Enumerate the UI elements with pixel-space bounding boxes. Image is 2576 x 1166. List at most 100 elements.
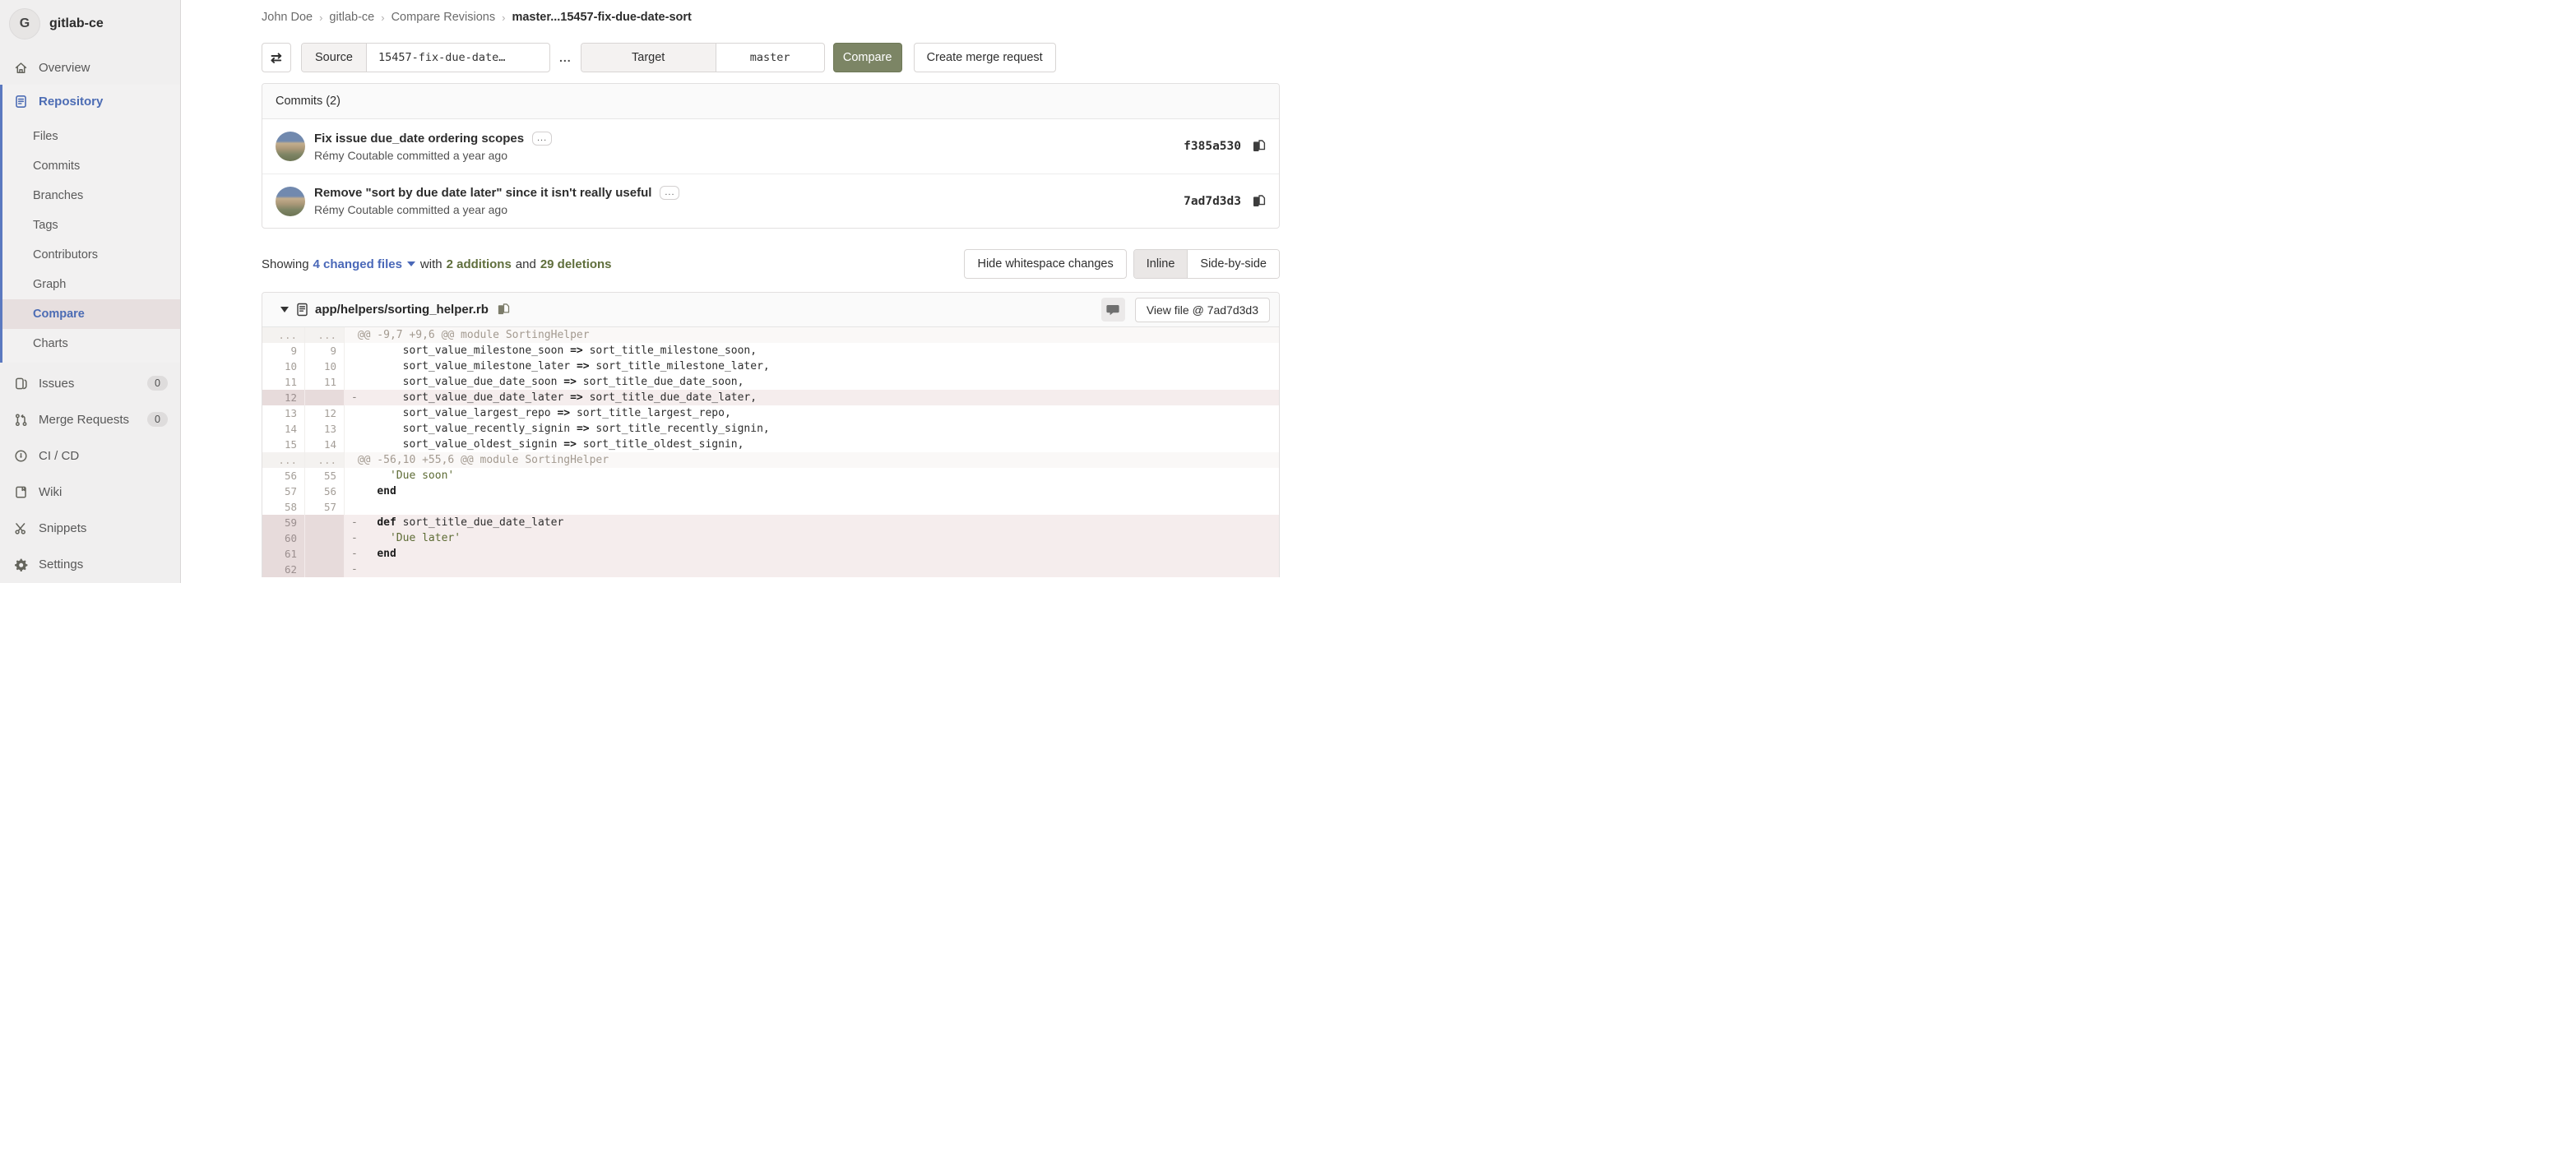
create-merge-request-button[interactable]: Create merge request	[914, 43, 1056, 72]
sidebar-item-tags[interactable]: Tags	[2, 211, 180, 240]
merge-requests-count-badge: 0	[147, 412, 168, 427]
old-line-number[interactable]: 58	[262, 499, 305, 515]
sidebar-item-snippets[interactable]: Snippets	[0, 513, 180, 543]
swap-arrows-icon	[269, 51, 284, 65]
summary-showing-text: Showing	[262, 257, 309, 271]
new-line-number[interactable]: 14	[305, 437, 345, 452]
commit-row: Fix issue due_date ordering scopes ... R…	[262, 119, 1279, 174]
diff-line-row: 5857	[262, 499, 1279, 515]
new-line-number[interactable]: 55	[305, 468, 345, 484]
diff-line-content: sort_value_milestone_soon => sort_title_…	[345, 343, 1279, 359]
new-line-number[interactable]: 57	[305, 499, 345, 515]
new-line-number[interactable]: 9	[305, 343, 345, 359]
diff-line-content: sort_value_oldest_signin => sort_title_o…	[345, 437, 1279, 452]
sidebar-item-issues[interactable]: Issues 0	[0, 368, 180, 398]
sidebar-item-repository[interactable]: Repository	[2, 85, 180, 118]
sidebar-item-branches[interactable]: Branches	[2, 181, 180, 211]
sidebar-item-overview[interactable]: Overview	[0, 53, 180, 82]
diff-line-row: 61- end	[262, 546, 1279, 562]
home-icon	[14, 61, 28, 75]
collapse-file-icon[interactable]	[280, 307, 289, 312]
breadcrumb-project[interactable]: gitlab-ce	[329, 11, 374, 24]
view-file-button[interactable]: View file @ 7ad7d3d3	[1135, 298, 1270, 322]
hide-whitespace-button[interactable]: Hide whitespace changes	[964, 249, 1126, 279]
diff-line-content: sort_value_recently_signin => sort_title…	[345, 421, 1279, 437]
old-line-number[interactable]: 57	[262, 484, 305, 499]
sidebar-item-label: Issues	[39, 377, 74, 391]
commit-description-expander[interactable]: ...	[660, 186, 679, 200]
diff-line-content: sort_value_due_date_soon => sort_title_d…	[345, 374, 1279, 390]
old-line-number[interactable]: 9	[262, 343, 305, 359]
commit-title[interactable]: Remove "sort by due date later" since it…	[314, 186, 651, 200]
changed-files-dropdown[interactable]: 4 changed files	[313, 257, 402, 271]
breadcrumb-current: master...15457-fix-due-date-sort	[512, 11, 691, 24]
commit-title[interactable]: Fix issue due_date ordering scopes	[314, 132, 524, 146]
sidebar-item-ci-cd[interactable]: CI / CD	[0, 441, 180, 470]
swap-revisions-button[interactable]	[262, 43, 291, 72]
new-line-number[interactable]: 10	[305, 359, 345, 374]
target-group: Target master	[581, 43, 825, 72]
old-line-number[interactable]: 56	[262, 468, 305, 484]
new-line-number[interactable]	[305, 562, 345, 577]
old-line-number[interactable]: 13	[262, 405, 305, 421]
source-label: Source	[302, 44, 367, 72]
old-line-number[interactable]: 11	[262, 374, 305, 390]
copy-sha-button[interactable]	[1252, 194, 1266, 209]
old-line-number[interactable]: 59	[262, 515, 305, 530]
new-line-number[interactable]: 56	[305, 484, 345, 499]
commit-sha[interactable]: 7ad7d3d3	[1184, 195, 1241, 208]
new-line-number: ...	[305, 327, 345, 343]
source-branch-dropdown[interactable]: 15457-fix-due-date…	[367, 44, 549, 72]
sidebar-item-wiki[interactable]: Wiki	[0, 477, 180, 507]
sidebar-item-label: Overview	[39, 61, 90, 75]
old-line-number[interactable]: 60	[262, 530, 305, 546]
file-icon	[296, 303, 308, 317]
toggle-comments-button[interactable]	[1101, 298, 1125, 322]
new-line-number[interactable]	[305, 515, 345, 530]
commit-description-expander[interactable]: ...	[532, 132, 552, 146]
new-line-number[interactable]	[305, 546, 345, 562]
sidebar-item-settings[interactable]: Settings	[0, 549, 180, 579]
diff-line-content: sort_value_largest_repo => sort_title_la…	[345, 405, 1279, 421]
sidebar-item-contributors[interactable]: Contributors	[2, 240, 180, 270]
breadcrumb-compare-revisions[interactable]: Compare Revisions	[391, 11, 496, 24]
sidebar-item-commits[interactable]: Commits	[2, 151, 180, 181]
compare-button[interactable]: Compare	[833, 43, 902, 72]
old-line-number[interactable]: 14	[262, 421, 305, 437]
new-line-number[interactable]	[305, 530, 345, 546]
old-line-number[interactable]: 15	[262, 437, 305, 452]
new-line-number[interactable]: 11	[305, 374, 345, 390]
commit-sha[interactable]: f385a530	[1184, 140, 1241, 153]
breadcrumb-separator: ›	[502, 12, 505, 24]
side-by-side-view-button[interactable]: Side-by-side	[1187, 250, 1279, 278]
old-line-number[interactable]: 62	[262, 562, 305, 577]
sidebar-item-merge-requests[interactable]: Merge Requests 0	[0, 405, 180, 434]
diff-line-content: @@ -56,10 +55,6 @@ module SortingHelper	[345, 452, 1279, 468]
sidebar-item-charts[interactable]: Charts	[2, 329, 180, 359]
new-line-number[interactable]	[305, 390, 345, 405]
diff-line-row: 60- 'Due later'	[262, 530, 1279, 546]
old-line-number[interactable]: 12	[262, 390, 305, 405]
sidebar-item-graph[interactable]: Graph	[2, 270, 180, 299]
commits-panel-title: Commits (2)	[262, 84, 1279, 119]
old-line-number[interactable]: 10	[262, 359, 305, 374]
target-label: Target	[581, 44, 716, 72]
inline-view-button[interactable]: Inline	[1134, 250, 1188, 278]
new-line-number[interactable]: 12	[305, 405, 345, 421]
issues-icon	[14, 377, 28, 391]
copy-file-path-button[interactable]	[497, 303, 510, 317]
copy-icon	[1252, 194, 1266, 209]
old-line-number[interactable]: 61	[262, 546, 305, 562]
commits-panel: Commits (2) Fix issue due_date ordering …	[262, 83, 1280, 229]
breadcrumb-user[interactable]: John Doe	[262, 11, 313, 24]
sidebar-item-label: CI / CD	[39, 449, 79, 463]
diff-file-path[interactable]: app/helpers/sorting_helper.rb	[315, 303, 489, 317]
copy-sha-button[interactable]	[1252, 139, 1266, 154]
new-line-number[interactable]: 13	[305, 421, 345, 437]
additions-count: 2 additions	[447, 257, 512, 271]
gear-icon	[14, 558, 28, 571]
project-header[interactable]: G gitlab-ce	[0, 0, 180, 48]
sidebar-item-files[interactable]: Files	[2, 122, 180, 151]
sidebar-item-compare[interactable]: Compare	[2, 299, 180, 329]
target-branch-dropdown[interactable]: master	[716, 44, 824, 72]
